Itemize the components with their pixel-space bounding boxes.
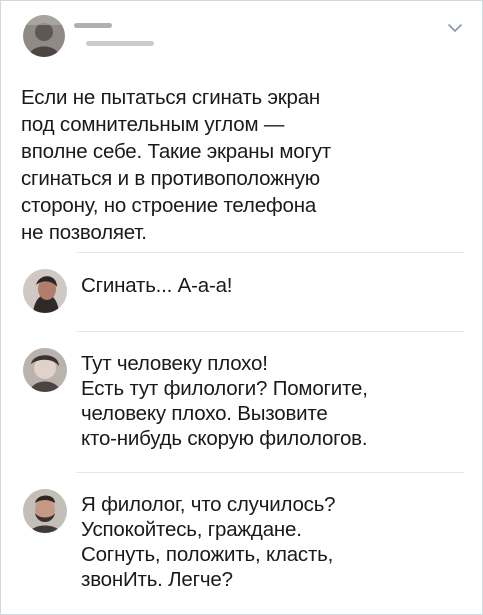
author-name-blurred[interactable] xyxy=(74,19,159,53)
tweet-card: Если не пытаться сгинать экран под сомни… xyxy=(0,0,483,615)
user-avatar-icon xyxy=(23,348,67,392)
user-avatar-icon xyxy=(23,15,65,57)
chevron-down-icon xyxy=(448,24,462,32)
reply-avatar[interactable] xyxy=(23,269,67,313)
divider xyxy=(76,472,464,473)
reply-avatar[interactable] xyxy=(23,348,67,392)
tweet-text: Если не пытаться сгинать экран под сомни… xyxy=(21,86,331,244)
user-avatar-icon xyxy=(23,489,67,533)
reply-text: Я филолог, что случилось? Успокойтесь, г… xyxy=(81,493,336,591)
reply-text: Сгинать... А-а-а! xyxy=(81,274,233,297)
divider xyxy=(76,331,464,332)
user-avatar-icon xyxy=(23,269,67,313)
divider xyxy=(76,252,464,253)
blurred-handle-icon xyxy=(74,23,154,46)
reply-avatar[interactable] xyxy=(23,489,67,533)
more-menu-button[interactable] xyxy=(446,21,464,35)
author-avatar[interactable] xyxy=(23,15,65,57)
reply-text: Тут человеку плохо! Есть тут филологи? П… xyxy=(81,352,368,450)
